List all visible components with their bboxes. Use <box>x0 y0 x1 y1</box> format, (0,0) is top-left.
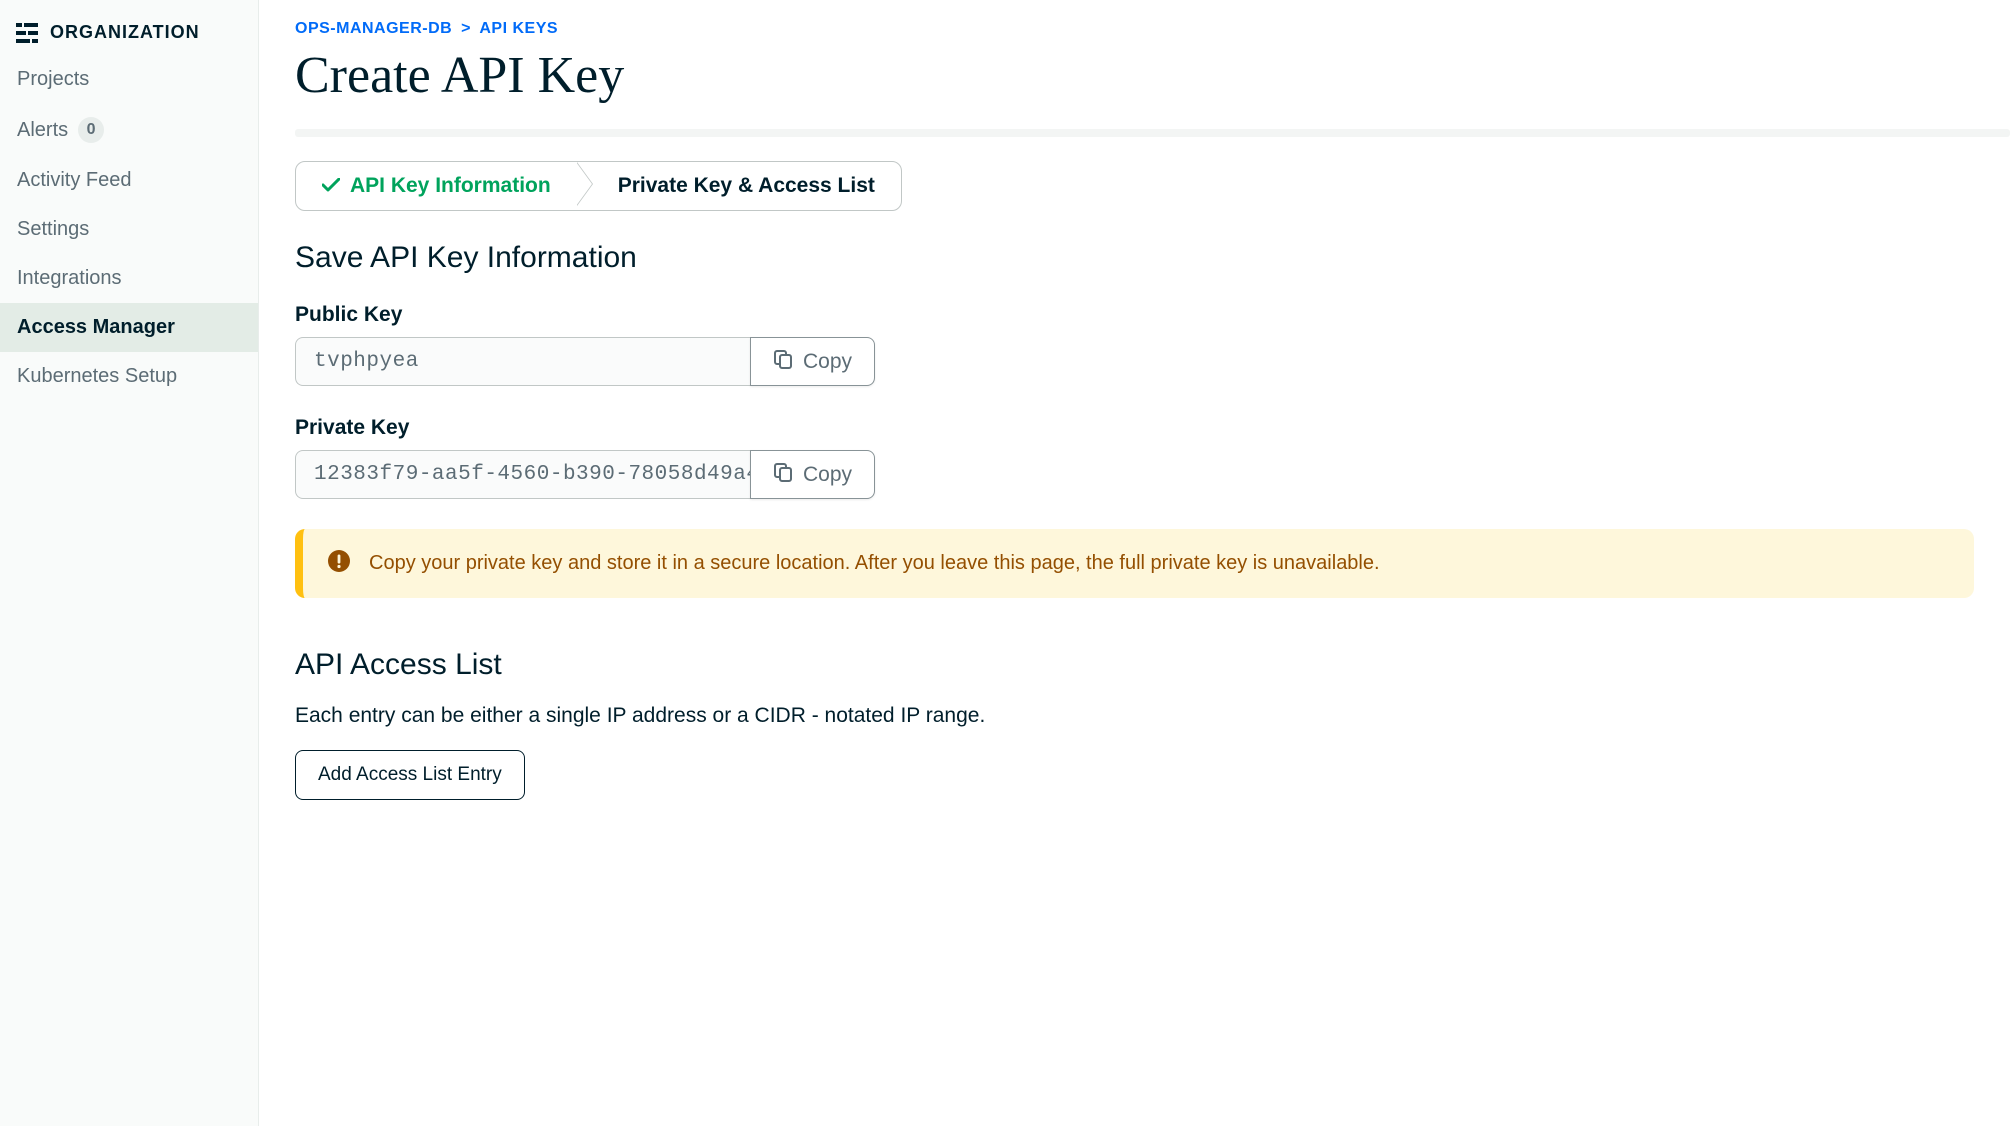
check-icon <box>322 174 340 198</box>
copy-icon <box>773 462 793 488</box>
copy-label: Copy <box>803 350 852 374</box>
step-label: Private Key & Access List <box>618 174 875 198</box>
sidebar-item-settings[interactable]: Settings <box>0 205 258 254</box>
copy-label: Copy <box>803 463 852 487</box>
step-api-key-information[interactable]: API Key Information <box>296 162 577 210</box>
step-separator <box>576 162 592 206</box>
sidebar: ORGANIZATION Projects Alerts 0 Activity … <box>0 0 259 1126</box>
private-key-value[interactable]: 12383f79-aa5f-4560-b390-78058d49a48c <box>295 450 750 499</box>
copy-icon <box>773 349 793 375</box>
warning-text: Copy your private key and store it in a … <box>369 552 1380 575</box>
step-label: API Key Information <box>350 174 551 198</box>
sidebar-item-label: Settings <box>17 218 89 241</box>
warning-icon <box>327 549 351 578</box>
stepper: API Key Information Private Key & Access… <box>295 161 902 211</box>
sidebar-item-activity-feed[interactable]: Activity Feed <box>0 156 258 205</box>
access-list-desc: Each entry can be either a single IP add… <box>295 704 2010 728</box>
sidebar-item-alerts[interactable]: Alerts 0 <box>0 104 258 156</box>
copy-public-key-button[interactable]: Copy <box>750 337 875 386</box>
sidebar-item-label: Kubernetes Setup <box>17 365 177 388</box>
sidebar-item-label: Integrations <box>17 267 122 290</box>
title-divider <box>295 129 2010 137</box>
save-section-title: Save API Key Information <box>295 241 2010 275</box>
sidebar-item-projects[interactable]: Projects <box>0 55 258 104</box>
access-list-title: API Access List <box>295 648 2010 682</box>
breadcrumb-sep: > <box>461 20 471 37</box>
sidebar-item-label: Alerts <box>17 119 68 142</box>
sidebar-item-label: Access Manager <box>17 316 175 339</box>
step-private-key-access-list[interactable]: Private Key & Access List <box>592 162 901 210</box>
public-key-label: Public Key <box>295 303 2010 327</box>
sidebar-item-integrations[interactable]: Integrations <box>0 254 258 303</box>
private-key-field: Private Key 12383f79-aa5f-4560-b390-7805… <box>295 416 2010 499</box>
sidebar-header-label: ORGANIZATION <box>50 22 200 43</box>
sidebar-item-label: Projects <box>17 68 89 91</box>
sidebar-item-label: Activity Feed <box>17 169 131 192</box>
main-content: OPS-MANAGER-DB > API KEYS Create API Key… <box>259 0 2010 1126</box>
copy-private-key-button[interactable]: Copy <box>750 450 875 499</box>
sidebar-item-kubernetes-setup[interactable]: Kubernetes Setup <box>0 352 258 401</box>
sidebar-header: ORGANIZATION <box>0 10 258 55</box>
private-key-label: Private Key <box>295 416 2010 440</box>
sidebar-item-access-manager[interactable]: Access Manager <box>0 303 258 352</box>
page-title: Create API Key <box>295 46 2010 129</box>
organization-icon <box>16 23 38 43</box>
public-key-value[interactable]: tvphpyea <box>295 337 750 386</box>
breadcrumb-parent[interactable]: OPS-MANAGER-DB <box>295 20 452 37</box>
breadcrumb: OPS-MANAGER-DB > API KEYS <box>295 20 2010 46</box>
public-key-field: Public Key tvphpyea Copy <box>295 303 2010 386</box>
warning-banner: Copy your private key and store it in a … <box>295 529 1974 598</box>
breadcrumb-current[interactable]: API KEYS <box>479 20 558 37</box>
add-access-list-entry-button[interactable]: Add Access List Entry <box>295 750 525 800</box>
alerts-badge: 0 <box>78 117 104 143</box>
